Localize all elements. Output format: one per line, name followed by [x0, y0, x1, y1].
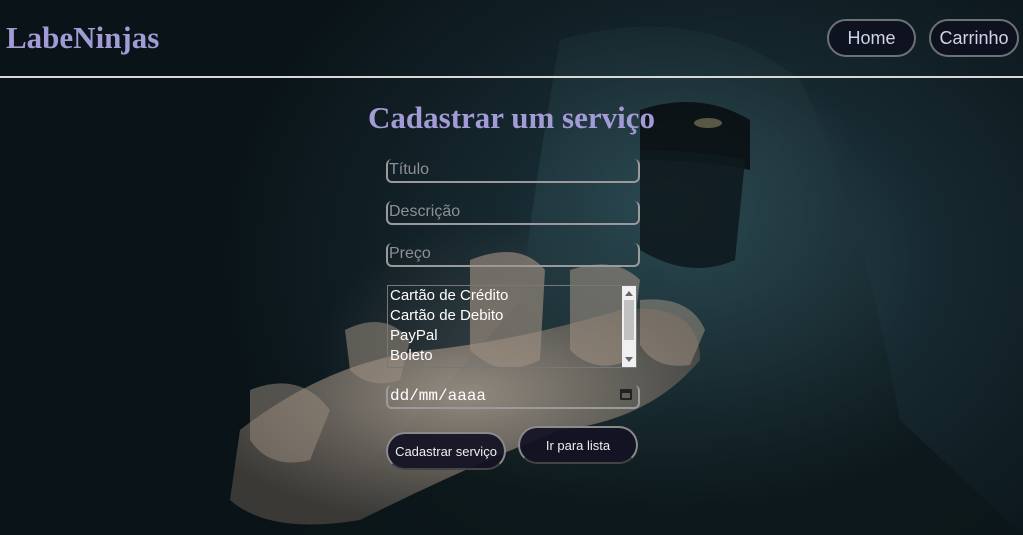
- ninja-background-image: [230, 26, 1023, 535]
- description-placeholder: Descrição: [389, 203, 461, 220]
- register-service-button[interactable]: Cadastrar serviço: [386, 432, 506, 470]
- scroll-up-icon[interactable]: [625, 291, 633, 296]
- price-placeholder: Preço: [389, 245, 431, 262]
- payment-option[interactable]: Cartão de Debito: [388, 306, 636, 326]
- select-scrollbar[interactable]: [622, 286, 636, 367]
- register-service-label: Cadastrar serviço: [395, 443, 497, 459]
- calendar-icon[interactable]: [620, 389, 632, 400]
- site-header: LabeNinjas Home Carrinho: [0, 0, 1023, 78]
- title-input[interactable]: Título: [386, 159, 640, 183]
- payment-option[interactable]: Cartão de Crédito: [388, 286, 636, 306]
- scroll-down-icon[interactable]: [625, 357, 633, 362]
- go-to-list-button[interactable]: Ir para lista: [518, 426, 638, 464]
- scroll-thumb[interactable]: [624, 300, 634, 340]
- go-to-list-label: Ir para lista: [545, 437, 611, 453]
- price-input[interactable]: Preço: [386, 243, 640, 267]
- payment-method-select[interactable]: Cartão de Crédito Cartão de Debito PayPa…: [387, 285, 637, 368]
- payment-option[interactable]: Boleto: [388, 346, 636, 366]
- date-placeholder: dd/mm/aaaa: [390, 387, 487, 405]
- cart-button[interactable]: Carrinho: [929, 19, 1019, 57]
- description-input[interactable]: Descrição: [386, 201, 640, 225]
- site-logo[interactable]: LabeNinjas: [6, 20, 159, 56]
- page-title: Cadastrar um serviço: [368, 100, 655, 135]
- home-button[interactable]: Home: [827, 19, 916, 57]
- payment-option[interactable]: PayPal: [388, 326, 636, 346]
- date-input[interactable]: dd/mm/aaaa: [386, 385, 640, 409]
- title-placeholder: Título: [389, 161, 430, 178]
